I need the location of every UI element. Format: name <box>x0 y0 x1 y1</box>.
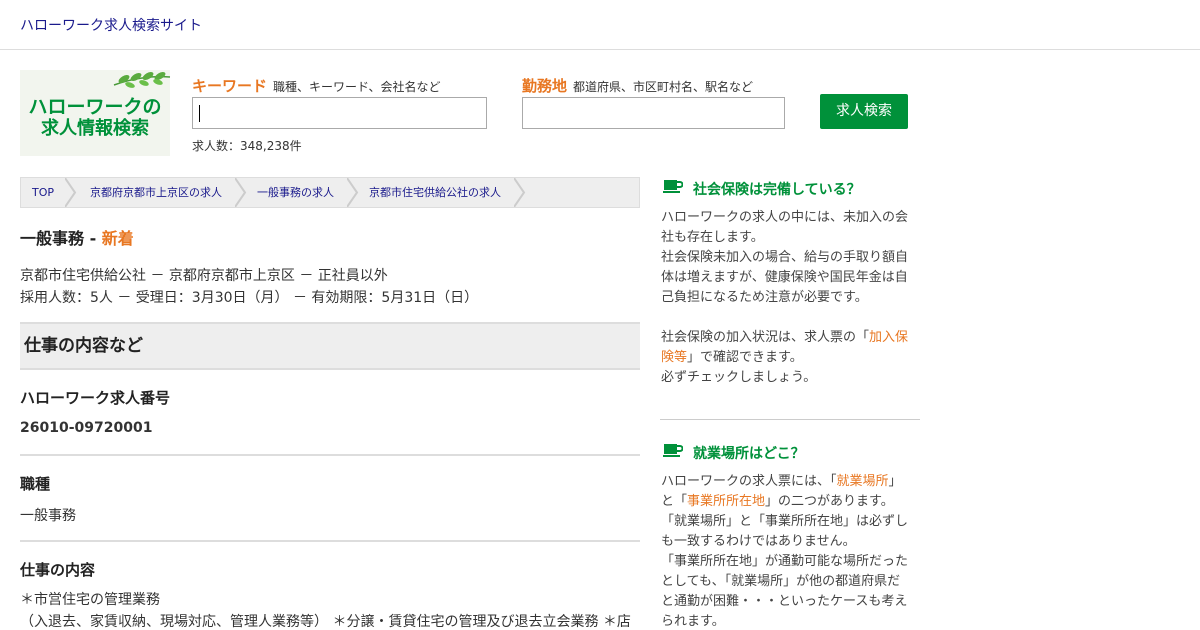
section-title: 仕事の内容など <box>20 322 640 370</box>
divider <box>20 454 640 456</box>
breadcrumb-top[interactable]: TOP <box>32 178 54 207</box>
breadcrumb-company[interactable]: 京都市住宅供給公社の求人 <box>369 178 501 207</box>
text-fragment: ハローワークの求人票には、「 <box>661 474 837 489</box>
text-fragment: 」の二つがあります。 <box>765 494 894 509</box>
insurance-link[interactable]: 加入保 <box>869 330 908 345</box>
job-content-line-2: （入退去、家賃収納、現場対応、管理人業務等） ＊分譲・賃貸住宅の管理及び退去立会… <box>20 614 631 630</box>
chevron-right-icon <box>235 178 247 207</box>
site-logo[interactable]: ハローワークの 求人情報検索 <box>20 70 171 156</box>
location-label: 勤務地 <box>522 77 568 95</box>
divider <box>20 540 640 542</box>
insurance-link-cont[interactable]: 険等 <box>661 350 687 365</box>
text-line: 必ずチェックしましょう。 <box>661 370 817 385</box>
work-place-link[interactable]: 就業場所 <box>837 474 889 489</box>
text-line: 社も存在します。 <box>661 230 764 245</box>
text-line: 険等」で確認できます。 <box>661 348 913 368</box>
site-title-link[interactable]: ハローワーク求人検索サイト <box>20 15 202 35</box>
sidebar-box2-title: 就業場所はどこ？ <box>693 446 805 462</box>
chevron-right-icon <box>347 178 359 207</box>
text-line: 社会保険未加入の場合、給与の手取り額自 <box>661 250 909 265</box>
text-line: も一致するわけではありません。 <box>661 534 856 549</box>
text-line: 「事業所所在地」が通勤可能な場所だった <box>661 554 909 569</box>
occupation-value: 一般事務 <box>20 508 76 524</box>
text-line: 己負担になるため注意が必要です。 <box>661 290 868 305</box>
chevron-right-icon <box>65 178 77 207</box>
occupation-label: 職種 <box>20 475 51 493</box>
sidebar-box1-text: ハローワークの求人の中には、未加入の会 社も存在します。 社会保険未加入の場合、… <box>661 208 913 388</box>
text-line: と「事業所所在地」の二つがあります。 <box>661 492 913 512</box>
job-count: 求人数：348,238件 <box>192 139 302 153</box>
job-number-label: ハローワーク求人番号 <box>20 389 171 407</box>
title-separator: - <box>84 229 102 248</box>
sidebar-divider <box>660 419 920 420</box>
logo-line-2: 求人情報検索 <box>41 118 149 139</box>
text-fragment: 」 <box>888 474 902 489</box>
job-title: 一般事務 - 新着 <box>20 225 134 249</box>
location-hint: 都道府県、市区町村名、駅名など <box>573 80 754 94</box>
location-input[interactable] <box>522 97 785 129</box>
text-line: と通勤が困難・・・といったケースも考え <box>661 594 908 609</box>
text-line: ハローワークの求人票には、「就業場所」 <box>661 472 913 492</box>
breadcrumb-area[interactable]: 京都府京都市上京区の求人 <box>90 178 222 207</box>
search-button[interactable]: 求人検索 <box>820 94 908 129</box>
text-line: としても、「就業場所」が他の都道府県だ <box>661 574 901 589</box>
breadcrumb-occupation[interactable]: 一般事務の求人 <box>257 178 334 207</box>
job-meta-line-2: 採用人数：5人 － 受理日：3月30日（月） － 有効期限：5月31日（日） <box>20 290 479 306</box>
text-caret <box>199 105 200 122</box>
keyword-hint: 職種、キーワード、会社名など <box>273 80 441 94</box>
top-bar: ハローワーク求人検索サイト <box>0 0 1200 50</box>
cup-icon <box>663 180 683 193</box>
breadcrumb: TOP 京都府京都市上京区の求人 一般事務の求人 京都市住宅供給公社の求人 <box>20 177 640 208</box>
text-line: ハローワークの求人の中には、未加入の会 <box>661 210 909 225</box>
leaf-icon <box>113 72 171 88</box>
text-line: 体は増えますが、健康保険や国民年金は自 <box>661 270 908 285</box>
new-badge: 新着 <box>101 229 134 248</box>
job-title-text: 一般事務 <box>20 229 85 248</box>
text-fragment: 社会保険の加入状況は、求人票の「 <box>661 330 870 345</box>
job-meta-line-1: 京都市住宅供給公社 － 京都府京都市上京区 － 正社員以外 <box>20 268 388 284</box>
keyword-label: キーワード <box>192 77 268 95</box>
keyword-input[interactable] <box>192 97 487 129</box>
job-content-label: 仕事の内容 <box>20 561 96 579</box>
chevron-right-icon <box>514 178 526 207</box>
text-line: られます。 <box>661 614 725 629</box>
sidebar-box2-text: ハローワークの求人票には、「就業場所」 と「事業所所在地」の二つがあります。 「… <box>661 472 913 630</box>
text-fragment: と「 <box>661 494 688 509</box>
text-line: 「就業場所」と「事業所所在地」は必ずし <box>661 514 909 529</box>
text-line: 社会保険の加入状況は、求人票の「加入保 <box>661 328 913 348</box>
job-content-line-1: ＊市営住宅の管理業務 <box>20 592 160 608</box>
cup-icon <box>663 444 683 457</box>
office-location-link[interactable]: 事業所所在地 <box>687 494 765 509</box>
job-number-value: 26010-09720001 <box>20 420 153 436</box>
sidebar-box1-title: 社会保険は完備している？ <box>693 182 861 198</box>
text-fragment: 」で確認できます。 <box>687 350 803 365</box>
